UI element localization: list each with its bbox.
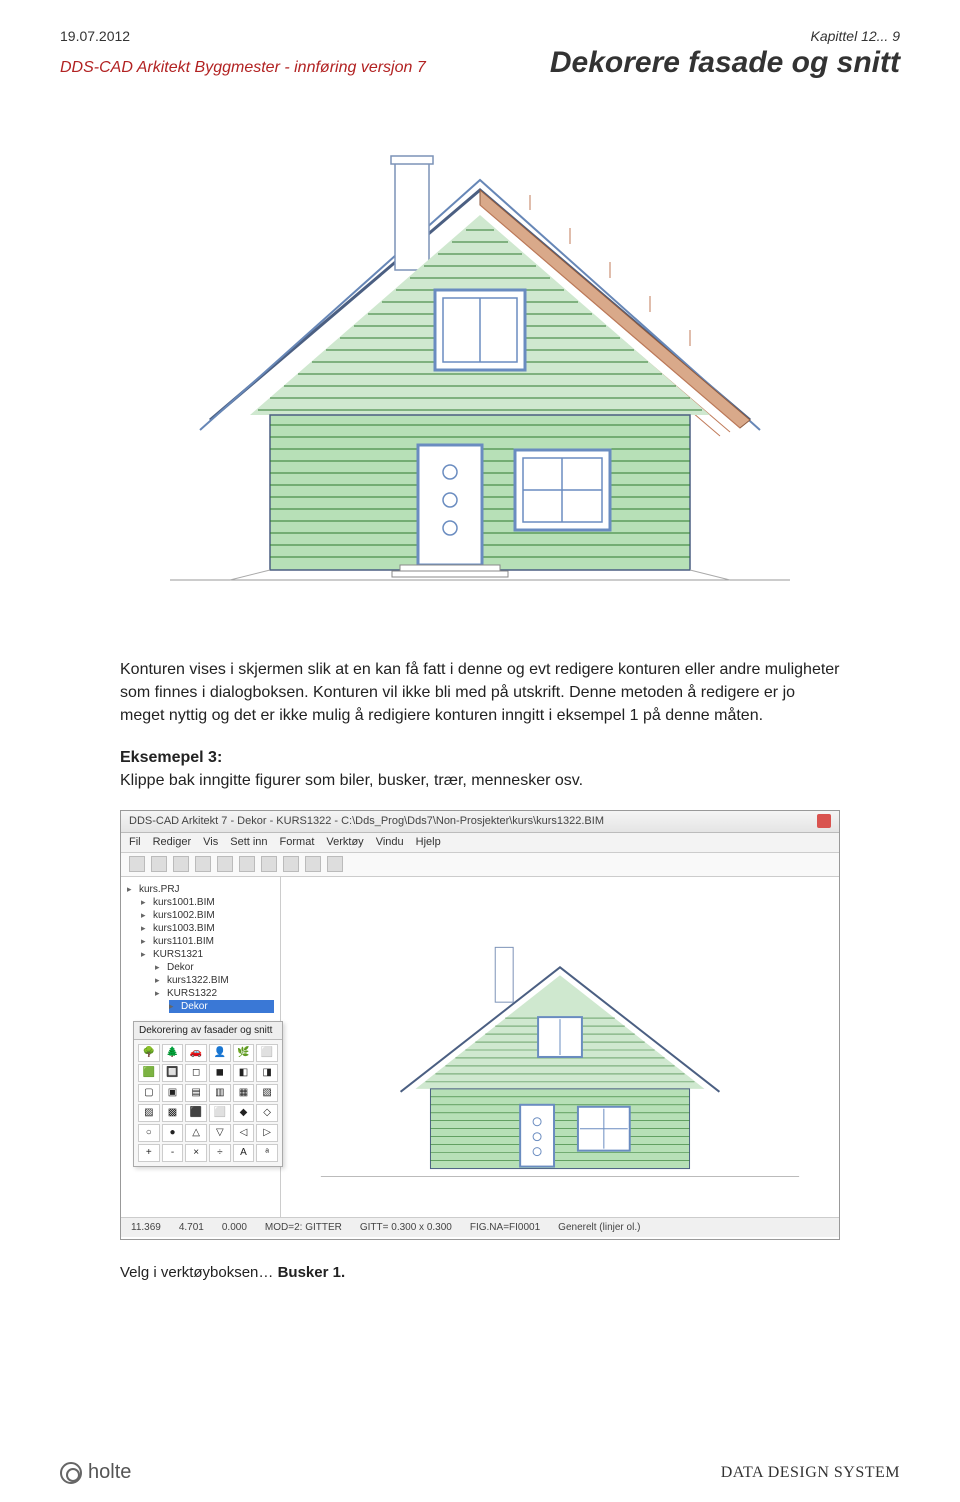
- palette-icon[interactable]: ○: [138, 1124, 160, 1142]
- tree-item[interactable]: KURS1321: [141, 948, 274, 961]
- palette-icon[interactable]: A: [233, 1144, 255, 1162]
- palette-icon[interactable]: ▣: [162, 1084, 184, 1102]
- palette-icon[interactable]: ▤: [185, 1084, 207, 1102]
- palette-icon[interactable]: ▢: [138, 1084, 160, 1102]
- toolbar-button[interactable]: [129, 856, 145, 872]
- page-chapter: Kapittel 12... 9: [810, 28, 900, 44]
- toolbar-button[interactable]: [195, 856, 211, 872]
- decor-palette[interactable]: Dekorering av fasader og snitt 🌳🌲🚗👤🌿⬜🟩🔲◻…: [133, 1021, 283, 1167]
- palette-icon[interactable]: ▦: [233, 1084, 255, 1102]
- palette-icon[interactable]: 🟩: [138, 1064, 160, 1082]
- toolbar-button[interactable]: [151, 856, 167, 872]
- status-grid: GITT= 0.300 x 0.300: [360, 1222, 452, 1233]
- status-figna: FIG.NA=FI0001: [470, 1222, 540, 1233]
- toolbar-button[interactable]: [261, 856, 277, 872]
- palette-icon[interactable]: 🔲: [162, 1064, 184, 1082]
- palette-icon[interactable]: -: [162, 1144, 184, 1162]
- palette-icon[interactable]: ⬜: [256, 1044, 278, 1062]
- example-3: Eksemepel 3: Klippe bak inngitte figurer…: [120, 746, 840, 792]
- holte-icon: [60, 1462, 82, 1484]
- window-title: DDS-CAD Arkitekt 7 - Dekor - KURS1322 - …: [129, 815, 604, 827]
- palette-icon[interactable]: ×: [185, 1144, 207, 1162]
- drawing-canvas[interactable]: [281, 877, 839, 1217]
- palette-icon[interactable]: △: [185, 1124, 207, 1142]
- example-3-text: Klippe bak inngitte figurer som biler, b…: [120, 772, 583, 789]
- page-date: 19.07.2012: [60, 28, 130, 44]
- palette-icon[interactable]: ◁: [233, 1124, 255, 1142]
- palette-icon[interactable]: ▩: [162, 1104, 184, 1122]
- instruction-bold: Busker 1.: [278, 1264, 346, 1281]
- palette-title: Dekorering av fasader og snitt: [134, 1022, 282, 1040]
- app-screenshot: DDS-CAD Arkitekt 7 - Dekor - KURS1322 - …: [120, 810, 840, 1240]
- palette-icon[interactable]: ◧: [233, 1064, 255, 1082]
- instruction-line: Velg i verktøyboksen… Busker 1.: [120, 1264, 900, 1281]
- toolbar-button[interactable]: [327, 856, 343, 872]
- tree-item[interactable]: kurs1322.BIM: [155, 974, 274, 987]
- example-3-label: Eksemepel 3:: [120, 749, 222, 766]
- palette-icon[interactable]: ÷: [209, 1144, 231, 1162]
- instruction-prefix: Velg i verktøyboksen…: [120, 1264, 278, 1281]
- palette-icon[interactable]: ᵃ: [256, 1144, 278, 1162]
- close-icon[interactable]: [817, 814, 831, 828]
- page-title: Dekorere fasade og snitt: [550, 46, 900, 80]
- footer-logo-right: DATA DESIGN SYSTEM: [721, 1464, 900, 1482]
- menu-item[interactable]: Vis: [203, 836, 218, 849]
- menu-item[interactable]: Format: [280, 836, 315, 849]
- palette-icon[interactable]: 🌿: [233, 1044, 255, 1062]
- palette-icon[interactable]: ▥: [209, 1084, 231, 1102]
- palette-icon[interactable]: ◻: [185, 1064, 207, 1082]
- tree-item[interactable]: kurs1101.BIM: [141, 935, 274, 948]
- toolbar-button[interactable]: [283, 856, 299, 872]
- palette-icon[interactable]: 👤: [209, 1044, 231, 1062]
- status-mode: MOD=2: GITTER: [265, 1222, 342, 1233]
- status-y: 4.701: [179, 1222, 204, 1233]
- tree-item-selected[interactable]: Dekor: [169, 1000, 274, 1013]
- menu-item[interactable]: Fil: [129, 836, 141, 849]
- menu-bar: Fil Rediger Vis Sett inn Format Verktøy …: [121, 833, 839, 853]
- tree-item[interactable]: kurs1002.BIM: [141, 909, 274, 922]
- palette-icon[interactable]: ▷: [256, 1124, 278, 1142]
- house-illustration-large: [60, 110, 900, 630]
- tree-item[interactable]: Dekor: [155, 961, 274, 974]
- palette-icon[interactable]: ◼: [209, 1064, 231, 1082]
- toolbar-button[interactable]: [217, 856, 233, 872]
- palette-icon[interactable]: ⬛: [185, 1104, 207, 1122]
- palette-icon[interactable]: +: [138, 1144, 160, 1162]
- palette-icon[interactable]: ◨: [256, 1064, 278, 1082]
- product-line: DDS-CAD Arkitekt Byggmester - innføring …: [60, 59, 426, 77]
- palette-icon[interactable]: ●: [162, 1124, 184, 1142]
- palette-icon[interactable]: ▧: [256, 1084, 278, 1102]
- tree-root[interactable]: kurs.PRJ: [127, 883, 274, 896]
- palette-icon[interactable]: ◆: [233, 1104, 255, 1122]
- toolbar-button[interactable]: [305, 856, 321, 872]
- tree-item[interactable]: KURS1322: [155, 987, 274, 1000]
- tree-item[interactable]: kurs1003.BIM: [141, 922, 274, 935]
- paragraph-1: Konturen vises i skjermen slik at en kan…: [120, 658, 840, 728]
- tree-item[interactable]: kurs1001.BIM: [141, 896, 274, 909]
- palette-icon[interactable]: ▨: [138, 1104, 160, 1122]
- menu-item[interactable]: Verktøy: [326, 836, 363, 849]
- status-bar: 11.369 4.701 0.000 MOD=2: GITTER GITT= 0…: [121, 1217, 839, 1237]
- palette-icon[interactable]: 🌲: [162, 1044, 184, 1062]
- toolbar: [121, 853, 839, 877]
- toolbar-button[interactable]: [239, 856, 255, 872]
- menu-item[interactable]: Vindu: [376, 836, 404, 849]
- status-z: 0.000: [222, 1222, 247, 1233]
- status-x: 11.369: [131, 1222, 161, 1233]
- menu-item[interactable]: Hjelp: [416, 836, 441, 849]
- footer-left-text: holte: [88, 1461, 131, 1484]
- status-layer: Generelt (linjer ol.): [558, 1222, 640, 1233]
- menu-item[interactable]: Rediger: [153, 836, 192, 849]
- palette-icon[interactable]: ◇: [256, 1104, 278, 1122]
- palette-icon[interactable]: ⬜: [209, 1104, 231, 1122]
- palette-icon[interactable]: 🌳: [138, 1044, 160, 1062]
- palette-icon[interactable]: ▽: [209, 1124, 231, 1142]
- palette-icon[interactable]: 🚗: [185, 1044, 207, 1062]
- footer-logo-left: holte: [60, 1461, 131, 1484]
- toolbar-button[interactable]: [173, 856, 189, 872]
- menu-item[interactable]: Sett inn: [230, 836, 267, 849]
